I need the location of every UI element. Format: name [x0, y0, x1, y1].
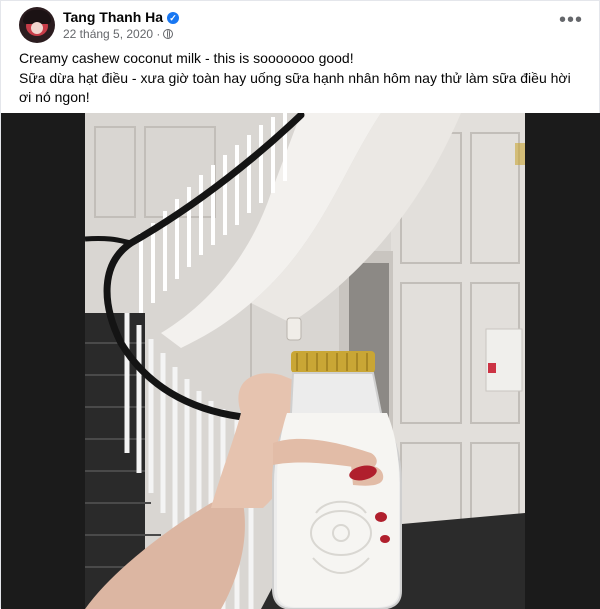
author-avatar[interactable] — [19, 7, 55, 43]
author-name-row: Tang Thanh Ha ✓ — [63, 9, 180, 25]
post-date[interactable]: 22 tháng 5, 2020 — [63, 27, 153, 41]
post-photo[interactable] — [1, 113, 600, 609]
verified-badge-icon: ✓ — [167, 12, 180, 24]
more-options-icon[interactable]: ••• — [557, 10, 585, 33]
globe-icon — [163, 29, 174, 39]
milk-bottle-photo — [1, 113, 600, 609]
post-card: Tang Thanh Ha ✓ 22 tháng 5, 2020 · ••• Cr… — [0, 0, 600, 609]
author-name[interactable]: Tang Thanh Ha — [63, 9, 163, 25]
post-text-line-1: Creamy cashew coconut milk - this is soo… — [19, 50, 354, 66]
post-text-line-2: Sữa dừa hạt điều - xưa giờ toàn hay uống… — [19, 70, 571, 105]
post-header: Tang Thanh Ha ✓ 22 tháng 5, 2020 · ••• — [19, 7, 585, 43]
post-meta: 22 tháng 5, 2020 · — [63, 27, 174, 41]
